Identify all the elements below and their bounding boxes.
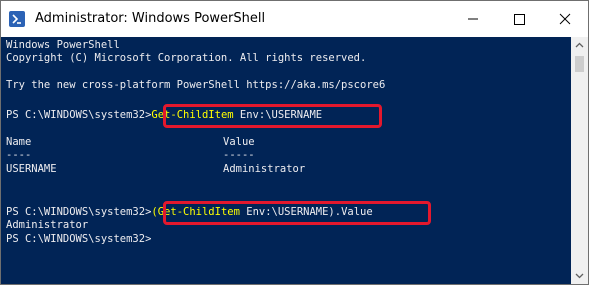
table-header-value: Value <box>223 136 255 148</box>
close-icon <box>559 13 571 25</box>
maximize-icon <box>514 14 525 25</box>
prompt: PS C:\WINDOWS\system32> <box>6 109 152 121</box>
prompt: PS C:\WINDOWS\system32> <box>6 206 152 218</box>
banner-line-1: Windows PowerShell <box>6 39 120 51</box>
table-header-name: Name <box>6 136 32 148</box>
table-row-name: USERNAME <box>6 163 57 175</box>
banner-line-3: Try the new cross-platform PowerShell ht… <box>6 79 386 91</box>
table-row-value: Administrator <box>223 163 306 175</box>
highlight-box-command-1 <box>163 104 382 128</box>
scroll-down-arrow-icon[interactable] <box>571 267 588 284</box>
powershell-icon <box>9 11 25 27</box>
banner-line-2: Copyright (C) Microsoft Corporation. All… <box>6 52 367 64</box>
scrollbar-thumb[interactable] <box>575 56 584 72</box>
console-area[interactable]: Windows PowerShell Copyright (C) Microso… <box>1 37 571 284</box>
table-separator-value: ----- <box>223 149 255 161</box>
minimize-button[interactable] <box>450 1 496 37</box>
close-button[interactable] <box>542 1 588 37</box>
minimize-icon <box>468 18 478 20</box>
title-bar[interactable]: Administrator: Windows PowerShell <box>1 1 588 37</box>
prompt-line: PS C:\WINDOWS\system32> <box>6 233 152 245</box>
maximize-button[interactable] <box>496 1 542 37</box>
vertical-scrollbar[interactable] <box>571 37 588 284</box>
powershell-window: Administrator: Windows PowerShell Window… <box>0 0 589 285</box>
highlight-box-command-2 <box>163 201 431 225</box>
output-line: Administrator <box>6 219 89 231</box>
window-title: Administrator: Windows PowerShell <box>35 11 266 26</box>
table-separator-name: ---- <box>6 149 32 161</box>
scroll-up-arrow-icon[interactable] <box>571 37 588 54</box>
